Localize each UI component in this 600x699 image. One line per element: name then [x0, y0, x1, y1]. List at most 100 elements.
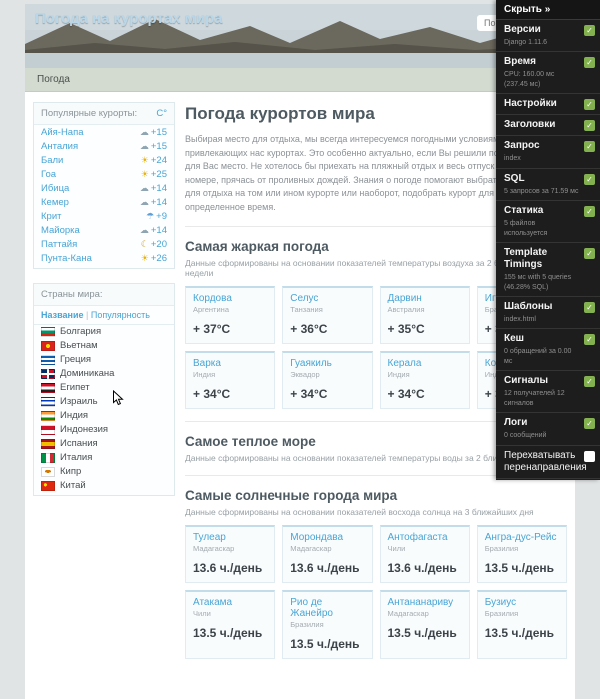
panel-enabled-checkbox[interactable]: ✓	[584, 57, 595, 69]
card-city-link[interactable]: Бузиус	[485, 597, 559, 608]
debug-panel-settings[interactable]: Настройки ✓	[496, 94, 600, 116]
intercept-redirects-row[interactable]: Перехватывать перенаправления	[496, 446, 600, 479]
debug-toolbar-hide-button[interactable]: Скрыть »	[496, 0, 600, 20]
panel-enabled-checkbox[interactable]: ✓	[584, 206, 595, 218]
country-link[interactable]: Греция	[60, 354, 91, 365]
debug-panel-request[interactable]: Запрос index ✓	[496, 136, 600, 169]
resort-link[interactable]: Бали	[41, 155, 63, 166]
resort-link[interactable]: Гоа	[41, 169, 56, 180]
panel-enabled-checkbox[interactable]: ✓	[584, 301, 595, 313]
resort-link[interactable]: Крит	[41, 211, 61, 222]
card-country: Бразилия	[484, 609, 519, 618]
list-item: Паттайя ☾ +20	[34, 237, 174, 251]
country-link[interactable]: Индонезия	[60, 424, 108, 435]
tab-sort-by-name[interactable]: Название	[41, 310, 83, 320]
countries-sort-tabs: Название | Популярность	[34, 306, 174, 325]
panel-enabled-checkbox[interactable]: ✓	[584, 334, 595, 346]
resort-link[interactable]: Кемер	[41, 197, 69, 208]
country-link[interactable]: Италия	[60, 452, 92, 463]
list-item: Майорка ☁ +14	[34, 223, 174, 237]
flag-vietnam-icon	[41, 340, 55, 351]
tab-sort-by-popularity[interactable]: Популярность	[91, 310, 150, 320]
flag-spain-icon	[41, 438, 55, 449]
resort-link[interactable]: Паттайя	[41, 239, 77, 250]
panel-enabled-checkbox[interactable]: ✓	[584, 376, 595, 388]
panel-enabled-checkbox[interactable]: ✓	[584, 141, 595, 153]
card-city-link[interactable]: Кордова	[193, 293, 267, 304]
sunniest-section-title: Самые солнечные города мира	[185, 488, 398, 503]
cloud-icon: ☁	[139, 126, 149, 137]
flag-cyprus-icon	[41, 466, 55, 477]
card-city-link[interactable]: Селус	[290, 293, 364, 304]
debug-panel-signals[interactable]: Сигналы 12 получателей 12 сигналов ✓	[496, 371, 600, 414]
debug-panel-headers[interactable]: Заголовки ✓	[496, 115, 600, 137]
country-link[interactable]: Доминикана	[60, 368, 114, 379]
list-item: Индия	[34, 409, 174, 423]
resort-link[interactable]: Пунта-Кана	[41, 253, 92, 264]
list-item: Испания	[34, 437, 174, 451]
weather-card: Селус Танзания + 36°C	[282, 286, 373, 344]
debug-panel-static[interactable]: Статика 5 файлов используется ✓	[496, 201, 600, 244]
country-link[interactable]: Болгария	[60, 326, 101, 337]
weather-card: Гуаякиль Эквадор + 34°C	[282, 351, 373, 409]
card-city-link[interactable]: Антананариву	[388, 597, 462, 608]
card-country: Мадагаскар	[193, 544, 235, 553]
list-item: Италия	[34, 451, 174, 465]
debug-panel-versions[interactable]: Версии Django 1.11.6 ✓	[496, 20, 600, 53]
list-item: Индонезия	[34, 423, 174, 437]
country-link[interactable]: Израиль	[60, 396, 98, 407]
flag-israel-icon	[41, 396, 55, 407]
card-city-link[interactable]: Дарвин	[388, 293, 462, 304]
resort-link[interactable]: Анталия	[41, 141, 78, 152]
country-link[interactable]: Испания	[60, 438, 98, 449]
panel-enabled-checkbox[interactable]: ✓	[584, 25, 595, 36]
list-item: Китай	[34, 479, 174, 496]
panel-enabled-checkbox[interactable]: ✓	[584, 99, 595, 111]
debug-panel-cache[interactable]: Кеш 0 обращений за 0.00 мс ✓	[496, 329, 600, 372]
resort-temp: +14	[150, 224, 167, 236]
panel-enabled-checkbox[interactable]: ✓	[584, 248, 595, 260]
card-sun-hours: 13.6 ч./день	[193, 561, 263, 575]
debug-panel-sql[interactable]: SQL 5 запросов за 71.59 мс ✓	[496, 169, 600, 202]
resort-temp: +15	[150, 140, 167, 152]
debug-panel-time[interactable]: Время CPU: 160.00 мс (237.45 мс) ✓	[496, 52, 600, 95]
card-city-link[interactable]: Гуаякиль	[290, 358, 364, 369]
card-city-link[interactable]: Варка	[193, 358, 267, 369]
card-city-link[interactable]: Ангра-дус-Рейс	[485, 532, 559, 543]
panel-enabled-checkbox[interactable]: ✓	[584, 173, 595, 185]
card-city-link[interactable]: Атакама	[193, 597, 267, 608]
panel-enabled-checkbox[interactable]: ✓	[584, 120, 595, 132]
popular-resorts-header: Популярные курорты: С°	[34, 103, 174, 125]
country-link[interactable]: Кипр	[60, 466, 81, 477]
weather-card: Дарвин Австралия + 35°C	[379, 286, 470, 344]
resort-link[interactable]: Айя-Напа	[41, 127, 84, 138]
debug-panel-logging[interactable]: Логи 0 сообщений ✓	[496, 413, 600, 446]
debug-panel-templates[interactable]: Шаблоны index.html ✓	[496, 297, 600, 330]
intercept-redirects-checkbox[interactable]	[584, 450, 595, 462]
country-link[interactable]: Египет	[60, 382, 90, 393]
country-link[interactable]: Индия	[60, 410, 88, 421]
resort-temp: +14	[150, 182, 167, 194]
flag-greece-icon	[41, 354, 55, 365]
card-city-link[interactable]: Керала	[388, 358, 462, 369]
card-city-link[interactable]: Антофагаста	[388, 532, 462, 543]
country-link[interactable]: Вьетнам	[60, 340, 98, 351]
list-item: Кипр	[34, 465, 174, 479]
card-country: Австралия	[387, 305, 425, 314]
list-item: Израиль	[34, 395, 174, 409]
card-city-link[interactable]: Рио де Жанейро	[290, 597, 364, 619]
resort-link[interactable]: Майорка	[41, 225, 80, 236]
card-sun-hours: 13.5 ч./день	[290, 637, 360, 651]
card-city-link[interactable]: Морондава	[290, 532, 364, 543]
list-item: Доминикана	[34, 367, 174, 381]
country-link[interactable]: Китай	[60, 480, 86, 491]
panel-enabled-checkbox[interactable]: ✓	[584, 418, 595, 430]
nav-weather-link[interactable]: Погода	[37, 74, 70, 85]
list-item: Египет	[34, 381, 174, 395]
card-city-link[interactable]: Тулеар	[193, 532, 267, 543]
debug-panel-template-timings[interactable]: Template Timings 155 мс with 5 queries (…	[496, 243, 600, 297]
card-country: Аргентина	[193, 305, 229, 314]
sidebar: Популярные курорты: С° Айя-Напа ☁ +15 Ант…	[33, 102, 175, 669]
list-item: Айя-Напа ☁ +15	[34, 125, 174, 139]
resort-link[interactable]: Ибица	[41, 183, 69, 194]
